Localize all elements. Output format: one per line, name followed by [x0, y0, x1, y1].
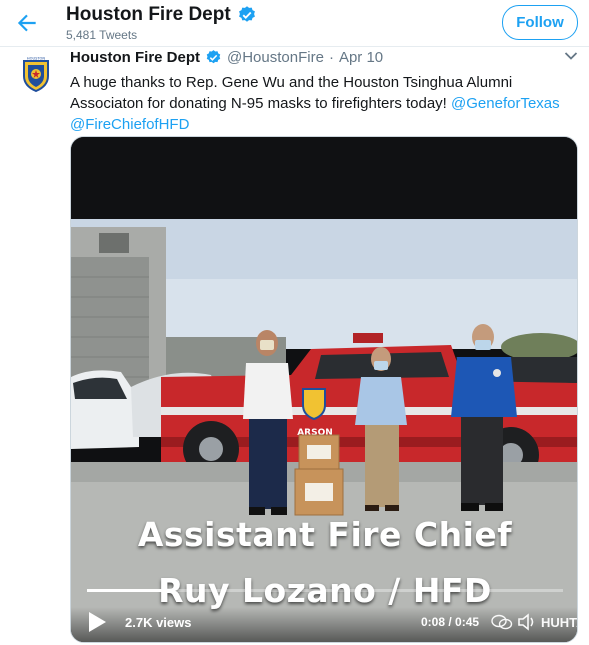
tweet-body: A huge thanks to Rep. Gene Wu and the Ho… [70, 74, 513, 112]
tweet-author-handle[interactable]: @HoustonFire [227, 49, 324, 66]
verified-badge-icon [238, 6, 255, 22]
play-icon[interactable] [87, 611, 107, 633]
separator-dot: · [328, 49, 334, 66]
profile-header: Houston Fire Dept 5,481 Tweets Follow [0, 0, 589, 47]
tweet-text: A huge thanks to Rep. Gene Wu and the Ho… [70, 72, 575, 135]
video-frame: ARSON [71, 137, 577, 642]
chevron-down-icon[interactable] [564, 51, 578, 61]
tweet-count: 5,481 Tweets [66, 28, 138, 42]
volume-icon[interactable] [517, 613, 537, 631]
video-player[interactable]: ARSON Assistant Fire Chief Ruy Lozano / … [70, 136, 578, 643]
video-progress-bar[interactable] [87, 589, 563, 592]
profile-name-row: Houston Fire Dept [66, 4, 257, 26]
video-time: 0:08 / 0:45 [421, 615, 480, 629]
tweet-header: Houston Fire Dept @HoustonFire · Apr 10 [70, 49, 383, 66]
tweet-author-name[interactable]: Houston Fire Dept [70, 49, 200, 66]
back-arrow-icon[interactable] [14, 10, 40, 36]
verified-badge-icon [206, 50, 221, 64]
video-progress-fill [87, 589, 173, 592]
avatar[interactable]: HOUSTON [15, 52, 57, 94]
avatar-lettering: HOUSTON [27, 57, 45, 61]
video-caption-line1: Assistant Fire Chief [137, 515, 513, 554]
watermark: HUHTAA [491, 613, 577, 631]
view-count: 2.7K views [125, 615, 192, 630]
houston-fire-logo-icon: HOUSTON [16, 53, 56, 93]
tweet-date[interactable]: Apr 10 [339, 49, 383, 66]
follow-button[interactable]: Follow [502, 5, 578, 40]
watermark-text: HUHTAA [541, 614, 577, 630]
wechat-icon [491, 614, 513, 630]
mention-link[interactable]: @FireChiefofHFD [70, 116, 189, 133]
profile-name: Houston Fire Dept [66, 4, 231, 25]
mention-link[interactable]: @GeneforTexas [451, 95, 560, 112]
